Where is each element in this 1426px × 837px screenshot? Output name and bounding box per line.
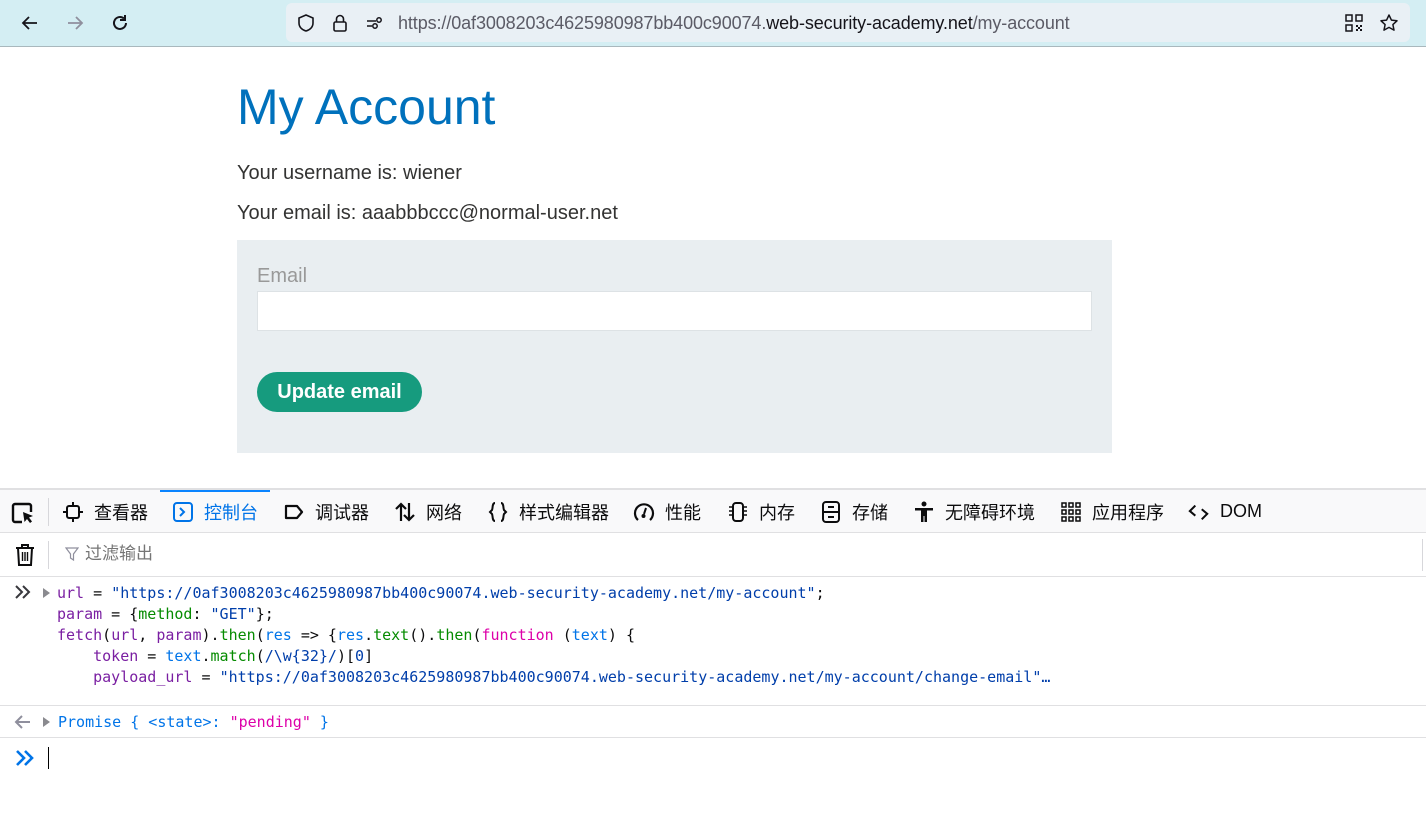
memory-icon [729,501,747,522]
url-string: "https://0af3008203c4625980987bb400c9007… [111,584,816,602]
tab-label: 应用程序 [1092,502,1164,523]
application-icon [1061,501,1081,522]
result-arrow-icon [14,715,30,729]
network-icon [395,501,415,522]
debugger-icon [284,504,304,519]
page-title: My Account [237,79,496,135]
code-line-2: param = {method: "GET"}; [57,605,274,623]
tab-label: 控制台 [204,502,258,523]
command-prompt-icon [15,585,31,599]
console-input-caret[interactable] [48,747,49,769]
code-line-3: fetch(url, param).then(res => {res.text(… [57,626,635,644]
tab-console[interactable]: 控制台 [160,490,270,533]
url-bar[interactable]: https://0af3008203c4625980987bb400c90074… [286,3,1410,42]
tab-label: 查看器 [94,502,148,523]
tab-label: 无障碍环境 [945,502,1035,523]
storage-icon [822,500,840,523]
username-text: Your username is: wiener [237,162,462,184]
back-button[interactable] [15,8,45,38]
tab-label: 调试器 [315,502,369,523]
tab-style-editor[interactable]: 样式编辑器 [487,490,609,533]
url-prefix: https://0af3008203c4625980987bb400c90074… [398,13,767,33]
reload-button[interactable] [105,8,135,38]
shield-icon[interactable] [296,13,316,33]
lock-icon[interactable] [330,13,350,33]
tab-debugger[interactable]: 调试器 [283,490,369,533]
tab-memory[interactable]: 内存 [727,490,795,533]
result-suffix: } [310,713,329,731]
tab-dom[interactable]: DOM [1188,490,1262,533]
bookmark-star-icon[interactable] [1379,13,1399,33]
url-path: /my-account [972,13,1070,33]
tab-accessibility[interactable]: 无障碍环境 [913,490,1035,533]
result-state: "pending" [229,713,311,731]
filter-right-separator [1422,539,1423,571]
performance-icon [633,502,655,521]
code-line-5: payload_url = "https://0af3008203c462598… [93,668,1051,686]
accessibility-icon [915,501,933,522]
payload-url-string: "https://0af3008203c4625980987bb400c9007… [219,668,1051,686]
tab-separator [48,498,49,526]
input-prompt-icon [16,750,34,766]
tab-label: 存储 [852,502,888,523]
qr-code-icon[interactable] [1344,13,1364,33]
forward-button[interactable] [60,8,90,38]
tab-storage[interactable]: 存储 [820,490,888,533]
code-line-4: token = text.match(/\w{32}/)[0] [93,647,374,665]
email-text: Your email is: aaabbbccc@normal-user.net [237,202,618,224]
result-prefix: Promise { <state>: [58,713,230,731]
tab-label: 样式编辑器 [519,502,609,523]
tab-network[interactable]: 网络 [394,490,462,533]
tab-label: 内存 [759,502,795,523]
back-icon [21,16,37,30]
element-picker-icon[interactable] [10,500,36,526]
console-filter-bar [0,533,1426,577]
update-email-button[interactable]: Update email [257,372,422,412]
code-line-1: url = "https://0af3008203c4625980987bb40… [57,584,825,602]
style-editor-icon [488,501,508,522]
permissions-icon[interactable] [364,13,384,33]
tab-label: 性能 [665,502,701,523]
reload-icon [113,15,127,30]
tab-label: DOM [1220,501,1262,521]
method-string: "GET" [210,605,256,623]
filter-separator [48,541,49,569]
expand-triangle-icon[interactable] [43,717,50,727]
devtools-panel: 查看器 控制台 调试器 网络 样式编辑器 性能 内存 存储 无障碍环境 应用程序… [0,488,1426,837]
inspector-icon [63,501,83,522]
dom-icon [1188,504,1209,520]
tab-inspector[interactable]: 查看器 [62,490,148,533]
url-host: web-security-academy.net [766,13,973,33]
promise-result: Promise { <state>: "pending" } [58,713,329,731]
forward-icon [68,16,84,30]
console-result-entry[interactable]: Promise { <state>: "pending" } [0,706,1426,738]
devtools-tabbar: 查看器 控制台 调试器 网络 样式编辑器 性能 内存 存储 无障碍环境 应用程序… [0,490,1426,533]
expand-triangle-icon[interactable] [43,588,50,598]
tab-application[interactable]: 应用程序 [1060,490,1164,533]
filter-output-input[interactable] [85,544,1385,564]
tab-performance[interactable]: 性能 [633,490,701,533]
console-command-entry[interactable]: url = "https://0af3008203c4625980987bb40… [0,578,1426,706]
filter-icon [65,547,79,561]
email-label: Email [257,265,308,287]
browser-toolbar: https://0af3008203c4625980987bb400c90074… [0,0,1426,47]
console-icon [173,501,193,522]
email-input[interactable] [257,291,1092,331]
url-text[interactable]: https://0af3008203c4625980987bb400c90074… [398,13,1070,34]
clear-console-icon[interactable] [14,543,36,567]
console-input-row[interactable] [0,738,1426,778]
change-email-form: Email Update email [237,240,1112,453]
tab-label: 网络 [426,502,462,523]
